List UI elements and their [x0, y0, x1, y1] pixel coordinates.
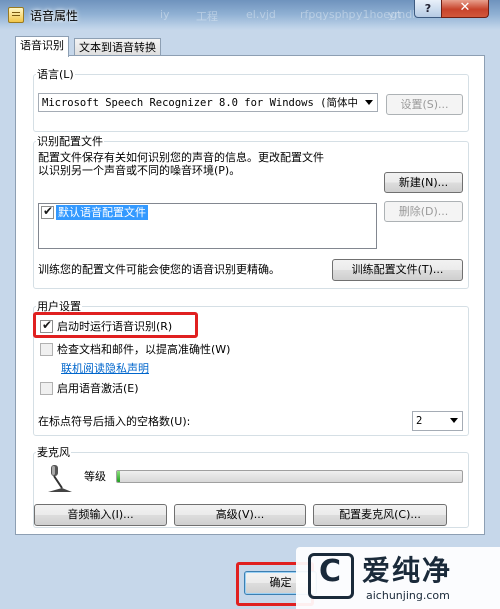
advanced-button[interactable]: 高级(V)...: [174, 504, 306, 526]
language-settings-button[interactable]: 设置(S)...: [386, 94, 463, 115]
run-at-startup-checkbox[interactable]: [40, 318, 53, 333]
background-window-text: 工程: [196, 10, 218, 23]
background-window-text: el.vjd: [246, 8, 276, 21]
tab-panel: 语言(L) Microsoft Speech Recognizer 8.0 fo…: [15, 55, 485, 535]
run-at-startup-label[interactable]: 启动时运行语音识别(R): [57, 320, 172, 333]
background-window-text: iy: [160, 8, 170, 21]
tab-speech-recognition[interactable]: 语音识别: [15, 36, 69, 57]
watermark: C 爱纯净 aichunjing.com: [296, 547, 500, 609]
delete-profile-button[interactable]: 删除(D)...: [384, 201, 463, 222]
microphone-level-fill: [117, 471, 121, 482]
chevron-down-icon: [450, 418, 458, 423]
configure-microphone-button[interactable]: 配置麦克风(C)...: [313, 504, 447, 526]
spaces-count-select[interactable]: 2: [412, 411, 463, 431]
new-profile-button[interactable]: 新建(N)...: [384, 172, 463, 193]
voice-activation-checkbox[interactable]: [40, 382, 53, 395]
profile-list[interactable]: 默认语音配置文件: [38, 203, 377, 249]
language-select-value: Microsoft Speech Recognizer 8.0 for Wind…: [42, 97, 358, 109]
profile-label: 默认语音配置文件: [56, 205, 148, 220]
profile-checkbox[interactable]: [41, 204, 54, 219]
microphone-level-label: 等级: [84, 470, 106, 483]
help-button[interactable]: ?: [414, 0, 442, 18]
chevron-down-icon: [365, 100, 373, 105]
microphone-group-title: 麦克风: [36, 446, 71, 459]
spaces-count-label: 在标点符号后插入的空格数(U):: [38, 415, 191, 428]
train-profile-button[interactable]: 训练配置文件(T)...: [332, 259, 463, 281]
microphone-icon: [48, 465, 72, 492]
recognition-profiles-title: 识别配置文件: [36, 135, 104, 148]
close-button[interactable]: ✕: [441, 0, 489, 18]
window-title: 语音属性: [30, 9, 79, 23]
list-item[interactable]: 默认语音配置文件: [40, 204, 160, 220]
app-icon: [8, 7, 24, 23]
background-window-text: rfpqysphp: [300, 8, 356, 21]
speech-properties-window: 语音属性 iy 工程 el.vjd rfpqysphp y1hoegt ymdh…: [0, 0, 500, 609]
privacy-statement-link[interactable]: 联机阅读隐私声明: [61, 360, 149, 376]
train-description: 训练您的配置文件可能会使您的语音识别更精确。: [38, 263, 280, 276]
review-documents-label[interactable]: 检查文档和邮件，以提高准确性(W): [57, 343, 230, 356]
title-bar[interactable]: 语音属性 iy 工程 el.vjd rfpqysphp y1hoegt ymdh…: [0, 0, 500, 30]
watermark-url: aichunjing.com: [366, 589, 450, 602]
microphone-level-meter: [116, 470, 463, 483]
voice-activation-label[interactable]: 启用语音激活(E): [57, 382, 139, 395]
watermark-title: 爱纯净: [362, 554, 453, 587]
watermark-logo-icon: C: [308, 553, 354, 599]
spaces-count-value: 2: [416, 415, 423, 427]
language-group-title: 语言(L): [36, 68, 75, 81]
language-select[interactable]: Microsoft Speech Recognizer 8.0 for Wind…: [38, 93, 378, 112]
audio-input-button[interactable]: 音频输入(I)...: [34, 504, 167, 526]
review-documents-checkbox[interactable]: [40, 343, 53, 356]
profile-description-line2: 以识别另一个声音或不同的噪音环境(P)。: [38, 164, 241, 177]
profile-description-line1: 配置文件保存有关如何识别您的声音的信息。更改配置文件: [38, 151, 324, 164]
